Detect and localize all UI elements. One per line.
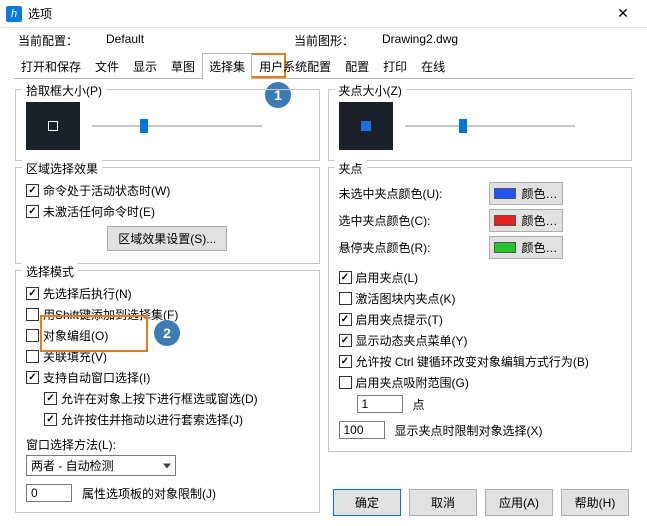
- window-title: 选项: [28, 5, 52, 22]
- label-assoc-hatch: 关联填充(V): [43, 348, 107, 365]
- cancel-button[interactable]: 取消: [409, 489, 477, 516]
- check-assoc-hatch[interactable]: [26, 350, 39, 363]
- color-hover-label: 悬停夹点颜色(R):: [339, 239, 479, 256]
- prop-limit-label: 属性选项板的对象限制(J): [82, 485, 216, 502]
- grip-slider[interactable]: [405, 116, 575, 136]
- tab-drafting[interactable]: 草图: [164, 53, 202, 79]
- color-btn-text-2: 颜色…: [522, 212, 558, 229]
- window-method-select[interactable]: 两者 - 自动检测: [26, 455, 176, 476]
- label-enable-tips: 启用夹点提示(T): [356, 311, 443, 328]
- check-auto-window[interactable]: [26, 371, 39, 384]
- label-auto-window: 支持自动窗口选择(I): [43, 369, 150, 386]
- tab-selection[interactable]: 选择集: [202, 53, 252, 80]
- color-unsel-button[interactable]: 颜色…: [489, 182, 563, 205]
- check-enable-grips[interactable]: [339, 271, 352, 284]
- area-effect-legend: 区域选择效果: [22, 160, 102, 177]
- check-snap-range[interactable]: [339, 376, 352, 389]
- group-pickbox-size: 拾取框大小(P): [15, 89, 320, 161]
- current-config-label: 当前配置：: [18, 32, 98, 49]
- check-ctrl-cycle[interactable]: [339, 355, 352, 368]
- tab-plot[interactable]: 打印: [376, 53, 414, 79]
- window-method-label: 窗口选择方法(L):: [26, 436, 309, 453]
- check-enable-block-inner[interactable]: [339, 292, 352, 305]
- pickbox-slider[interactable]: [92, 116, 262, 136]
- label-ctrl-cycle: 允许按 Ctrl 键循环改变对象编辑方式行为(B): [356, 353, 589, 370]
- color-sel-button[interactable]: 颜色…: [489, 209, 563, 232]
- group-grips: 夹点 未选中夹点颜色(U): 颜色… 选中夹点颜色(C): 颜色… 悬停夹点颜色…: [328, 167, 633, 452]
- swatch-hover: [494, 242, 516, 253]
- group-area-effect: 区域选择效果 命令处于活动状态时(W) 未激活任何命令时(E) 区域效果设置(S…: [15, 167, 320, 264]
- check-dyn-menu[interactable]: [339, 334, 352, 347]
- config-row: 当前配置： Default 当前图形： Drawing2.dwg: [0, 28, 647, 51]
- tab-display[interactable]: 显示: [126, 53, 164, 79]
- grips-legend: 夹点: [335, 160, 367, 177]
- right-column: 夹点大小(Z) 夹点 未选中夹点颜色(U): 颜色… 选中夹点颜色(C):: [328, 89, 633, 519]
- pickbox-size-legend: 拾取框大小(P): [22, 82, 106, 99]
- app-icon: h: [6, 6, 22, 22]
- label-cmd-active: 命令处于活动状态时(W): [43, 182, 170, 199]
- label-dyn-menu: 显示动态夹点菜单(Y): [356, 332, 468, 349]
- snap-unit: 点: [413, 396, 425, 413]
- tab-files[interactable]: 文件: [88, 53, 126, 79]
- check-enable-tips[interactable]: [339, 313, 352, 326]
- label-enable-grips: 启用夹点(L): [356, 269, 419, 286]
- color-hover-button[interactable]: 颜色…: [489, 236, 563, 259]
- tab-open-save[interactable]: 打开和保存: [14, 53, 88, 79]
- tab-user-prefs[interactable]: 用户系统配置: [252, 53, 338, 79]
- label-obj-group: 对象编组(O): [43, 327, 108, 344]
- current-drawing-label: 当前图形：: [294, 32, 374, 49]
- prop-limit-input[interactable]: [26, 484, 72, 502]
- color-btn-text-3: 颜色…: [522, 239, 558, 256]
- label-allow-hold-drag: 允许按住并拖动以进行套索选择(J): [61, 411, 243, 428]
- tab-online[interactable]: 在线: [414, 53, 452, 79]
- title-bar: h 选项 ✕: [0, 0, 647, 28]
- label-snap-range: 启用夹点吸附范围(G): [356, 374, 469, 391]
- current-drawing-value: Drawing2.dwg: [382, 32, 458, 49]
- label-post-select: 先选择后执行(N): [43, 285, 132, 302]
- check-post-select[interactable]: [26, 287, 39, 300]
- left-column: 拾取框大小(P) 区域选择效果 命令处于活动状态时(W) 未激活任何命令时(E): [15, 89, 320, 519]
- grip-size-legend: 夹点大小(Z): [335, 82, 406, 99]
- label-allow-window-lasso: 允许在对象上按下进行框选或窗选(D): [61, 390, 258, 407]
- swatch-sel: [494, 215, 516, 226]
- tab-profiles[interactable]: 配置: [338, 53, 376, 79]
- check-allow-window-lasso[interactable]: [44, 392, 57, 405]
- ok-button[interactable]: 确定: [333, 489, 401, 516]
- window-method-value: 两者 - 自动检测: [31, 459, 114, 473]
- tab-bar: 打开和保存 文件 显示 草图 选择集 用户系统配置 配置 打印 在线: [0, 53, 647, 79]
- check-obj-group[interactable]: [26, 329, 39, 342]
- check-allow-hold-drag[interactable]: [44, 413, 57, 426]
- swatch-unsel: [494, 188, 516, 199]
- color-unsel-label: 未选中夹点颜色(U):: [339, 185, 479, 202]
- select-mode-legend: 选择模式: [22, 263, 78, 280]
- color-sel-label: 选中夹点颜色(C):: [339, 212, 479, 229]
- label-enable-block-inner: 激活图块内夹点(K): [356, 290, 456, 307]
- snap-range-input[interactable]: [357, 395, 403, 413]
- check-shift-add[interactable]: [26, 308, 39, 321]
- group-grip-size: 夹点大小(Z): [328, 89, 633, 161]
- close-icon[interactable]: ✕: [603, 0, 643, 28]
- group-select-mode: 选择模式 先选择后执行(N) 用Shift键添加到选择集(F) 对象编组(O) …: [15, 270, 320, 513]
- label-shift-add: 用Shift键添加到选择集(F): [43, 306, 178, 323]
- grip-limit-input[interactable]: [339, 421, 385, 439]
- color-btn-text-1: 颜色…: [522, 185, 558, 202]
- grip-limit-label: 显示夹点时限制对象选择(X): [395, 422, 543, 439]
- apply-button[interactable]: 应用(A): [485, 489, 553, 516]
- check-cmd-inactive[interactable]: [26, 205, 39, 218]
- grip-preview: [339, 102, 393, 150]
- label-cmd-inactive: 未激活任何命令时(E): [43, 203, 155, 220]
- area-effect-settings-button[interactable]: 区域效果设置(S)...: [107, 226, 227, 251]
- check-cmd-active[interactable]: [26, 184, 39, 197]
- footer-buttons: 确定 取消 应用(A) 帮助(H): [333, 489, 629, 516]
- current-config-value: Default: [106, 32, 286, 49]
- pickbox-preview: [26, 102, 80, 150]
- help-button[interactable]: 帮助(H): [561, 489, 629, 516]
